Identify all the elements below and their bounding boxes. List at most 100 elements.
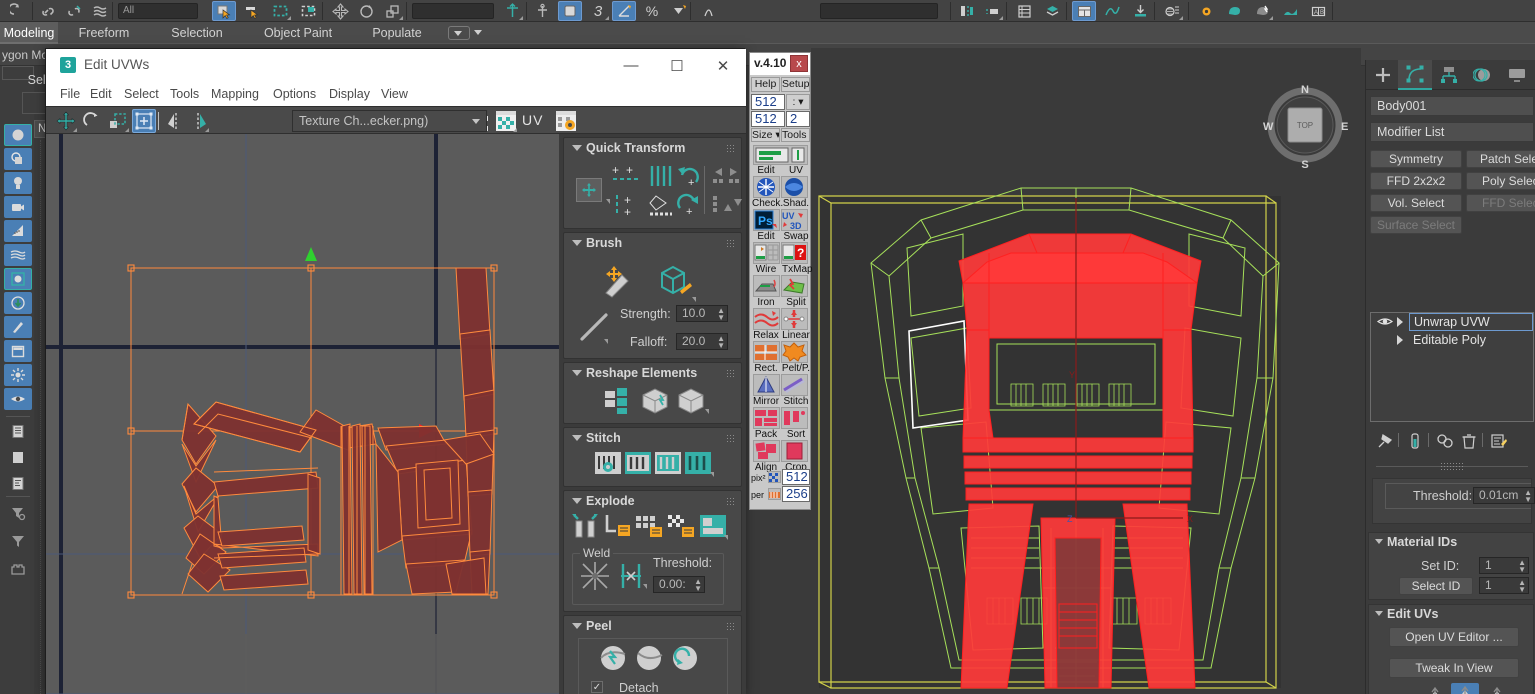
ribbon-toggle-icon[interactable] bbox=[1072, 1, 1096, 21]
geometry-icon[interactable] bbox=[4, 558, 32, 580]
collapse-triangle-icon[interactable] bbox=[572, 435, 582, 441]
panel-grip-icon[interactable] bbox=[726, 239, 735, 248]
chevron-down-icon[interactable] bbox=[472, 119, 480, 124]
flyout-corner-icon[interactable] bbox=[604, 339, 608, 344]
explode-by-edge-icon[interactable] bbox=[602, 513, 632, 539]
detail-list-icon[interactable] bbox=[4, 472, 32, 494]
panel-stitch[interactable]: Stitch bbox=[563, 427, 742, 487]
selection-filter-combo[interactable]: All bbox=[118, 3, 198, 19]
flyout-corner-icon[interactable] bbox=[692, 297, 696, 302]
percent-snap-icon[interactable] bbox=[612, 1, 636, 21]
collapse-triangle-icon[interactable] bbox=[572, 370, 582, 376]
render-preview-icon[interactable]: AB bbox=[1306, 1, 1330, 21]
flip-horizontal-icon[interactable] bbox=[710, 164, 744, 184]
ribbon-options-icon[interactable] bbox=[448, 26, 470, 40]
relax-brush-icon[interactable] bbox=[656, 263, 694, 299]
stitch-all-icon[interactable] bbox=[684, 450, 712, 476]
explode-by-material-icon[interactable] bbox=[666, 513, 696, 539]
wireframe-export-icon[interactable] bbox=[753, 242, 780, 264]
sort-uv-icon[interactable] bbox=[781, 407, 808, 429]
expand-arrow-icon[interactable] bbox=[1397, 335, 1403, 345]
move-selected-subobject-icon[interactable] bbox=[54, 109, 78, 133]
perspective-viewport[interactable]: Y X Z TOP N S W E bbox=[811, 48, 1361, 694]
plugin-height-field[interactable]: 512 bbox=[751, 111, 785, 127]
collapse-triangle-icon[interactable] bbox=[572, 498, 582, 504]
planar-map-icon[interactable] bbox=[1485, 685, 1509, 694]
edit-uvws-titlebar[interactable]: 3 Edit UVWs — ☐ ✕ bbox=[46, 49, 746, 82]
select-id-button[interactable]: Select ID bbox=[1399, 577, 1473, 595]
filter-settings-icon[interactable] bbox=[4, 502, 32, 524]
uv-texture-options-icon[interactable] bbox=[554, 109, 578, 133]
plugin-padding-field[interactable]: 2 bbox=[786, 111, 810, 127]
pin-stack-icon[interactable] bbox=[1376, 432, 1394, 453]
weld-selected-icon[interactable] bbox=[579, 560, 611, 592]
straighten-icon[interactable] bbox=[648, 164, 674, 188]
rectify-icon[interactable] bbox=[753, 341, 780, 363]
panel-material-ids[interactable]: Material IDs Set ID: 1 ▲ ▼ Select ID 1 ▲ ▼ bbox=[1368, 532, 1534, 600]
plugin-ratio-dropdown[interactable]: : ▾ bbox=[786, 94, 810, 110]
peel-mode-icon[interactable] bbox=[633, 643, 665, 673]
spinner-snap-icon[interactable]: % bbox=[640, 1, 664, 21]
select-and-rotate-icon[interactable] bbox=[354, 1, 378, 21]
transform-pivot-icon[interactable] bbox=[576, 178, 602, 202]
strength-spinner[interactable]: 10.0 ▲ ▼ bbox=[676, 305, 728, 322]
rotate-ccw-90-icon[interactable]: + bbox=[676, 164, 702, 188]
reset-peel-icon[interactable] bbox=[669, 643, 701, 673]
expand-arrow-icon[interactable] bbox=[1397, 317, 1403, 327]
paint-move-brush-icon[interactable] bbox=[600, 263, 638, 299]
panel-explode-header[interactable]: Explode bbox=[564, 491, 741, 511]
plugin-size-menu[interactable]: Size ▾ bbox=[751, 128, 780, 142]
select-id-spinner[interactable]: 1 ▲ ▼ bbox=[1479, 577, 1529, 594]
modifier-button-ffd-2x2x2[interactable]: FFD 2x2x2 bbox=[1370, 172, 1462, 190]
spinner-arrows-icon[interactable]: ▲ ▼ bbox=[694, 578, 702, 593]
mirror-uv-icon[interactable] bbox=[753, 374, 780, 396]
panel-edit-uvs[interactable]: Edit UVs Open UV Editor ... Tweak In Vie… bbox=[1368, 604, 1534, 694]
panel-grip-icon[interactable] bbox=[726, 369, 735, 378]
select-object-icon[interactable] bbox=[212, 1, 236, 21]
quick-peel-icon[interactable] bbox=[597, 643, 629, 673]
menu-display[interactable]: Display bbox=[329, 82, 370, 106]
edit-uvws-window[interactable]: 3 Edit UVWs — ☐ ✕ File Edit Select Tools… bbox=[45, 48, 746, 694]
viewcube[interactable]: TOP N S W E bbox=[1257, 80, 1353, 171]
select-by-name-icon[interactable] bbox=[240, 1, 264, 21]
create-tab[interactable] bbox=[1366, 60, 1400, 90]
mirror-horizontal-icon[interactable] bbox=[164, 109, 188, 133]
maximize-button[interactable]: ☐ bbox=[654, 49, 700, 82]
collapse-triangle-icon[interactable] bbox=[1375, 611, 1383, 616]
menu-view[interactable]: View bbox=[381, 82, 408, 106]
plugin-pixel-value-field[interactable]: 512 bbox=[782, 469, 810, 485]
flyout-corner-icon[interactable] bbox=[724, 535, 728, 540]
falloff-spinner[interactable]: 20.0 ▲ ▼ bbox=[676, 333, 728, 350]
plugin-close-button[interactable]: x bbox=[790, 55, 808, 72]
tab-populate[interactable]: Populate bbox=[352, 22, 442, 44]
modify-tab[interactable] bbox=[1398, 60, 1432, 90]
plugin-setup-button[interactable]: Setup bbox=[781, 77, 810, 92]
modifier-button-vol-select[interactable]: Vol. Select bbox=[1370, 194, 1462, 212]
plugin-percent-value-field[interactable]: 256 bbox=[782, 486, 810, 502]
select-and-manipulate-icon[interactable] bbox=[530, 1, 554, 21]
unlink-icon[interactable] bbox=[62, 1, 86, 21]
container-icon[interactable] bbox=[4, 340, 32, 362]
panel-brush[interactable]: Brush Strength: 10.0 ▲ ▼ Falloff: 20.0 ▲… bbox=[563, 232, 742, 359]
set-id-spinner[interactable]: 1 ▲ ▼ bbox=[1479, 557, 1529, 574]
align-horizontal-icon[interactable]: + + bbox=[612, 164, 644, 186]
scale-selected-subobject-icon[interactable] bbox=[106, 109, 130, 133]
modifier-button-patch-select[interactable]: Patch Selec bbox=[1466, 150, 1535, 168]
brush-falloff-curve-icon[interactable] bbox=[578, 309, 612, 343]
panel-reshape-header[interactable]: Reshape Elements bbox=[564, 363, 741, 383]
tab-modeling[interactable]: Modeling bbox=[0, 22, 58, 44]
modifier-button-ffd-select[interactable]: FFD Select bbox=[1466, 194, 1535, 212]
render-setup-icon[interactable] bbox=[1194, 1, 1218, 21]
utilities-tab[interactable] bbox=[1530, 60, 1535, 90]
collapse-triangle-icon[interactable] bbox=[572, 240, 582, 246]
filter-icon[interactable] bbox=[4, 530, 32, 552]
texture-map-missing-icon[interactable]: ? bbox=[781, 242, 808, 264]
panel-peel-header[interactable]: Peel bbox=[564, 616, 741, 636]
panel-quick-transform[interactable]: Quick Transform + + + + + + bbox=[563, 137, 742, 229]
open-uv-editor-button[interactable]: Open UV Editor ... bbox=[1389, 627, 1519, 647]
panel-edit-uvs-header[interactable]: Edit UVs bbox=[1369, 605, 1533, 623]
photoshop-edit-icon[interactable]: Ps bbox=[753, 209, 780, 231]
relax-uv-icon[interactable] bbox=[753, 308, 780, 330]
display-tab[interactable] bbox=[1500, 60, 1534, 90]
use-pivot-point-center-icon[interactable] bbox=[500, 1, 524, 21]
